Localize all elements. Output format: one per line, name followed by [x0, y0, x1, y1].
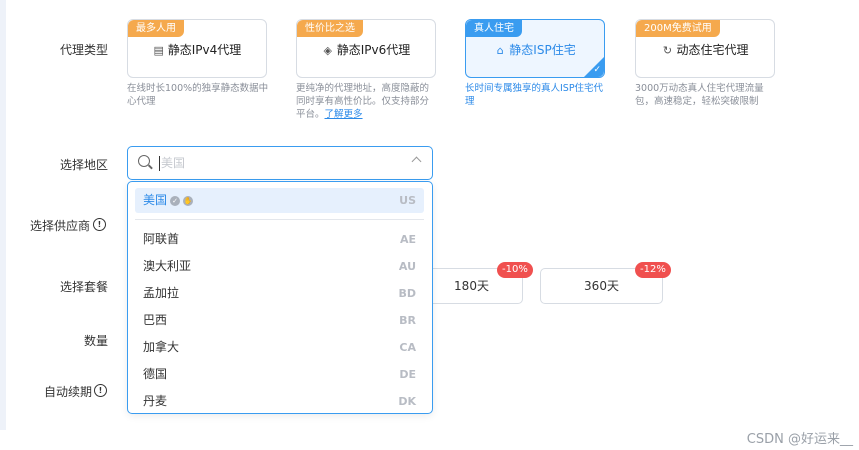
country-code: DE: [399, 368, 416, 381]
proxy-card-dynamic[interactable]: 200M免费试用 ↻ 动态住宅代理: [635, 19, 775, 78]
text-caret: [159, 156, 160, 171]
discount-badge: -12%: [635, 262, 671, 278]
verified-icon: ✓: [170, 195, 181, 206]
left-edge-bar: [0, 0, 6, 430]
quantity-label: 数量: [83, 334, 108, 348]
country-code: CA: [399, 341, 416, 354]
proxy-card-isp[interactable]: 真人住宅 ⌂ 静态ISP住宅 ✓: [465, 19, 605, 78]
card-title: 动态住宅代理: [676, 43, 749, 57]
proxy-card-dynamic-desc: 3000万动态真人住宅代理流量包，高速稳定，轻松突破限制: [635, 83, 764, 107]
country-code: DK: [398, 395, 416, 408]
supplier-label: 选择供应商: [29, 219, 90, 233]
layers-icon: ◈: [323, 44, 332, 57]
region-label: 选择地区: [59, 158, 108, 172]
discount-badge: -10%: [497, 262, 533, 278]
package-label: 选择套餐: [59, 280, 108, 294]
region-select[interactable]: [127, 146, 433, 180]
country-option-dk[interactable]: 丹麦 DK: [135, 389, 424, 413]
card-badge: 200M免费试用: [636, 20, 720, 37]
country-name: 巴西: [143, 313, 168, 327]
card-badge: 真人住宅: [466, 20, 522, 37]
country-code: AU: [398, 260, 416, 273]
divider: [135, 219, 424, 220]
country-code: BR: [399, 314, 416, 327]
check-icon: ✓: [593, 65, 601, 75]
package-label: 360天: [584, 279, 619, 293]
country-option-ca[interactable]: 加拿大 CA: [135, 335, 424, 360]
card-title: 静态IPv4代理: [167, 43, 242, 57]
server-icon: ▤: [153, 44, 164, 57]
refresh-icon: ↻: [662, 44, 673, 57]
proxy-card-ipv4-desc: 在线时长100%的独享静态数据中心代理: [127, 83, 269, 107]
card-badge: 最多人用: [128, 20, 184, 37]
watermark: CSDN @好运来__: [746, 432, 853, 447]
country-name: 阿联酋: [143, 232, 180, 246]
auto-renew-label: 自动续期: [43, 385, 92, 399]
auto-renew-info-icon[interactable]: !: [94, 384, 107, 397]
search-icon: [138, 155, 150, 167]
country-dropdown: 美国 ✓ ✋ US 阿联酋 AE 澳大利亚 AU 孟加拉 BD 巴西 BR 加拿大 CA 德国…: [127, 181, 433, 414]
country-option-ae[interactable]: 阿联酋 AE: [135, 227, 424, 252]
country-option-au[interactable]: 澳大利亚 AU: [135, 254, 424, 279]
package-label: 180天: [454, 279, 489, 293]
card-badge: 性价比之选: [297, 20, 363, 37]
country-name: 加拿大: [143, 340, 180, 354]
country-option-de[interactable]: 德国 DE: [135, 362, 424, 387]
learn-more-link[interactable]: 了解更多: [325, 109, 363, 120]
home-icon: ⌂: [496, 44, 504, 57]
card-title: 静态IPv6代理: [336, 43, 411, 57]
country-code: AE: [399, 233, 416, 246]
proxy-type-label: 代理类型: [59, 43, 108, 57]
region-search-input[interactable]: [161, 152, 381, 174]
proxy-card-ipv6-desc: 更纯净的代理地址，高度隐蔽的同时享有高性价比。仅支持部分平台。了解更多: [296, 82, 438, 121]
country-option-bd[interactable]: 孟加拉 BD: [135, 281, 424, 306]
proxy-card-ipv6[interactable]: 性价比之选 ◈ 静态IPv6代理: [296, 19, 436, 78]
card-title: 静态ISP住宅: [509, 43, 576, 57]
country-option-br[interactable]: 巴西 BR: [135, 308, 424, 333]
country-name: 孟加拉: [143, 286, 180, 300]
country-name: 美国: [143, 193, 168, 207]
supplier-info-icon[interactable]: !: [93, 218, 106, 231]
country-name: 澳大利亚: [143, 259, 192, 273]
country-code: US: [399, 194, 416, 207]
proxy-card-ipv4[interactable]: 最多人用 ▤ 静态IPv4代理: [127, 19, 267, 78]
hand-icon: ✋: [183, 195, 194, 206]
proxy-card-isp-desc: 长时间专属独享的真人ISP住宅代理: [465, 83, 604, 107]
chevron-up-icon[interactable]: [411, 156, 422, 167]
country-name: 德国: [143, 367, 168, 381]
country-option-us[interactable]: 美国 ✓ ✋ US: [135, 188, 424, 213]
country-name: 丹麦: [143, 394, 168, 408]
country-code: BD: [398, 287, 416, 300]
